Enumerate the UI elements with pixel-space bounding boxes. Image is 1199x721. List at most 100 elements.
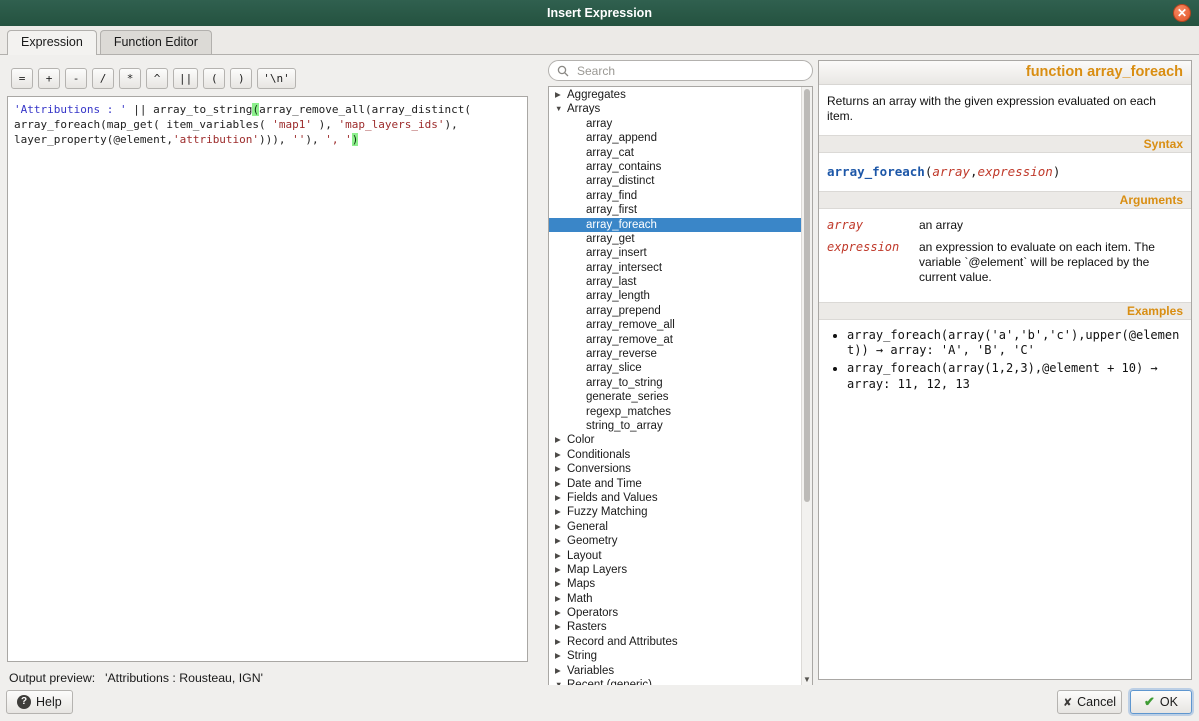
argument-row: arrayan array [827, 218, 1181, 233]
operator-button[interactable]: * [119, 68, 141, 89]
tree-function-array_insert[interactable]: array_insert [549, 246, 801, 260]
tree-group-conversions[interactable]: ▶Conversions [549, 462, 801, 476]
tree-group-record-and-attributes[interactable]: ▶Record and Attributes [549, 635, 801, 649]
tree-group-label: Arrays [567, 102, 600, 116]
chevron-right-icon[interactable]: ▶ [555, 520, 567, 534]
tree-group-label: Variables [567, 664, 614, 678]
operator-button[interactable]: / [92, 68, 114, 89]
cancel-button-label: Cancel [1077, 695, 1116, 709]
operator-button[interactable]: + [38, 68, 60, 89]
syntax-header: Syntax [819, 135, 1191, 153]
tree-function-array_foreach[interactable]: array_foreach [549, 218, 801, 232]
close-button[interactable]: ✕ [1173, 4, 1191, 22]
tree-function-array_to_string[interactable]: array_to_string [549, 376, 801, 390]
chevron-right-icon[interactable]: ▶ [555, 649, 567, 663]
operator-button[interactable]: '\n' [257, 68, 296, 89]
operator-button[interactable]: ^ [146, 68, 168, 89]
title-bar: Insert Expression ✕ [0, 0, 1199, 26]
chevron-right-icon[interactable]: ▶ [555, 448, 567, 462]
tree-function-array_remove_at[interactable]: array_remove_at [549, 333, 801, 347]
tree-group-string[interactable]: ▶String [549, 649, 801, 663]
tree-group-layout[interactable]: ▶Layout [549, 549, 801, 563]
tree-function-array_remove_all[interactable]: array_remove_all [549, 318, 801, 332]
ok-button[interactable]: ✔ OK [1130, 690, 1192, 714]
operator-button[interactable]: - [65, 68, 87, 89]
tree-group-label: Color [567, 433, 594, 447]
arguments-header: Arguments [819, 191, 1191, 209]
chevron-right-icon[interactable]: ▶ [555, 88, 567, 102]
tree-function-generate_series[interactable]: generate_series [549, 390, 801, 404]
tree-function-regexp_matches[interactable]: regexp_matches [549, 405, 801, 419]
chevron-right-icon[interactable]: ▶ [555, 549, 567, 563]
chevron-right-icon[interactable]: ▶ [555, 534, 567, 548]
tree-group-geometry[interactable]: ▶Geometry [549, 534, 801, 548]
chevron-right-icon[interactable]: ▶ [555, 462, 567, 476]
operator-button[interactable]: ) [230, 68, 252, 89]
chevron-right-icon[interactable]: ▶ [555, 620, 567, 634]
operator-button[interactable]: ( [203, 68, 225, 89]
tree-group-label: Operators [567, 606, 618, 620]
tree-function-array_distinct[interactable]: array_distinct [549, 174, 801, 188]
expression-line: 'Attributions : ' || array_to_string(arr… [14, 102, 521, 117]
chevron-right-icon[interactable]: ▶ [555, 577, 567, 591]
tree-group-variables[interactable]: ▶Variables [549, 664, 801, 678]
tree-function-array_first[interactable]: array_first [549, 203, 801, 217]
tree-group-conditionals[interactable]: ▶Conditionals [549, 448, 801, 462]
tree-group-operators[interactable]: ▶Operators [549, 606, 801, 620]
chevron-right-icon[interactable]: ▶ [555, 635, 567, 649]
tree-function-array_last[interactable]: array_last [549, 275, 801, 289]
tree-function-array_prepend[interactable]: array_prepend [549, 304, 801, 318]
syntax-argument: array [932, 164, 970, 179]
chevron-right-icon[interactable]: ▶ [555, 505, 567, 519]
tree-function-array_find[interactable]: array_find [549, 189, 801, 203]
tree-function-array_contains[interactable]: array_contains [549, 160, 801, 174]
expression-editor[interactable]: 'Attributions : ' || array_to_string(arr… [7, 96, 528, 662]
tab-expression[interactable]: Expression [7, 30, 97, 55]
operator-button[interactable]: || [173, 68, 198, 89]
tree-group-fields-and-values[interactable]: ▶Fields and Values [549, 491, 801, 505]
tree-function-array_slice[interactable]: array_slice [549, 361, 801, 375]
tree-group-math[interactable]: ▶Math [549, 592, 801, 606]
search-input[interactable] [575, 63, 804, 79]
tree-function-array_reverse[interactable]: array_reverse [549, 347, 801, 361]
tree-group-label: Rasters [567, 620, 607, 634]
tree-group-maps[interactable]: ▶Maps [549, 577, 801, 591]
search-box[interactable] [548, 60, 813, 81]
chevron-right-icon[interactable]: ▶ [555, 664, 567, 678]
chevron-right-icon[interactable]: ▶ [555, 477, 567, 491]
tree-group-fuzzy-matching[interactable]: ▶Fuzzy Matching [549, 505, 801, 519]
tree-function-array_intersect[interactable]: array_intersect [549, 261, 801, 275]
tree-group-general[interactable]: ▶General [549, 520, 801, 534]
tree-group-date-and-time[interactable]: ▶Date and Time [549, 477, 801, 491]
chevron-right-icon[interactable]: ▶ [555, 491, 567, 505]
tree-function-label: generate_series [586, 390, 668, 404]
chevron-right-icon[interactable]: ▶ [555, 563, 567, 577]
tree-group-color[interactable]: ▶Color [549, 433, 801, 447]
chevron-right-icon[interactable]: ▶ [555, 592, 567, 606]
arguments-list: arrayan array expressionan expression to … [819, 209, 1191, 302]
chevron-right-icon[interactable]: ▶ [555, 606, 567, 620]
tree-function-array[interactable]: array [549, 117, 801, 131]
tree-group-map-layers[interactable]: ▶Map Layers [549, 563, 801, 577]
cancel-button[interactable]: ✘ Cancel [1057, 690, 1122, 714]
tree-function-array_get[interactable]: array_get [549, 232, 801, 246]
tree-group-aggregates[interactable]: ▶Aggregates [549, 88, 801, 102]
tree-group-arrays[interactable]: ▼Arrays [549, 102, 801, 116]
tab-function-editor[interactable]: Function Editor [100, 30, 212, 54]
chevron-down-icon[interactable]: ▼ [555, 102, 567, 116]
help-button[interactable]: ? Help [6, 690, 73, 714]
tree-function-array_length[interactable]: array_length [549, 289, 801, 303]
tree-function-array_cat[interactable]: array_cat [549, 146, 801, 160]
operator-button[interactable]: = [11, 68, 33, 89]
tree-function-array_append[interactable]: array_append [549, 131, 801, 145]
chevron-right-icon[interactable]: ▶ [555, 433, 567, 447]
help-description: Returns an array with the given expressi… [819, 85, 1191, 135]
tree-scrollbar-thumb[interactable] [804, 89, 810, 502]
tree-group-rasters[interactable]: ▶Rasters [549, 620, 801, 634]
output-preview-value: 'Attributions : Rousteau, IGN' [105, 671, 263, 685]
tree-scrollbar[interactable]: ▼ [801, 87, 812, 686]
argument-row: expressionan expression to evaluate on e… [827, 240, 1181, 285]
tree-function-string_to_array[interactable]: string_to_array [549, 419, 801, 433]
tree-function-label: array_slice [586, 361, 642, 375]
scroll-down-arrow-icon[interactable]: ▼ [802, 675, 812, 685]
